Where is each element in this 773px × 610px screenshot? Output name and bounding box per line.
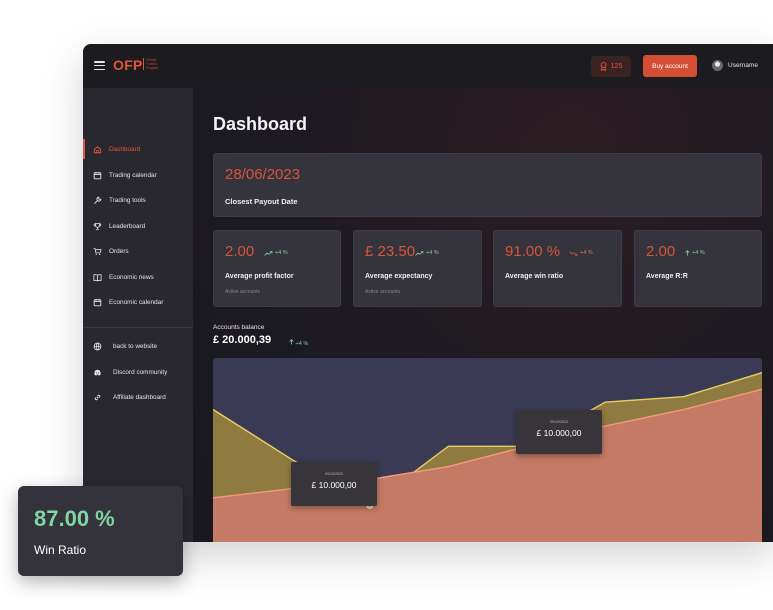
sidebar-item-label: Leaderboard xyxy=(109,222,146,230)
stat-name: Average profit factor xyxy=(225,273,294,280)
coins-badge[interactable]: 125 xyxy=(591,56,631,77)
tooltip-value: £ 10.000,00 xyxy=(536,428,582,438)
page-title: Dashboard xyxy=(213,114,308,134)
stat-change-text: +4 % xyxy=(275,250,288,256)
home-icon xyxy=(93,145,102,153)
payout-date: 28/06/2023 xyxy=(225,166,301,183)
sidebar-divider xyxy=(83,327,193,328)
globe-icon xyxy=(93,342,102,350)
stat-card-expectancy: £ 23.50 +4 % Average expectancy Active a… xyxy=(353,230,482,307)
user-menu[interactable]: Username xyxy=(712,60,758,71)
stat-value: 2.00 xyxy=(646,243,676,260)
app-window: OFP Overall Funded Program 125 Buy accou… xyxy=(83,44,773,542)
stat-change-text: +4 % xyxy=(692,250,705,256)
tooltip-date: 09/10/2023 xyxy=(550,420,568,424)
sidebar-link-discord[interactable]: Discord community xyxy=(83,362,193,382)
discord-icon xyxy=(94,369,101,375)
stat-sub: Active accounts xyxy=(365,289,401,295)
win-ratio-card: 87.00 % Win Ratio xyxy=(18,486,183,576)
sidebar-item-dashboard[interactable]: Dashboard xyxy=(83,139,193,159)
balance-label: Accounts balance xyxy=(213,324,265,331)
username: Username xyxy=(728,62,758,69)
top-bar: OFP Overall Funded Program 125 Buy accou… xyxy=(83,44,773,88)
stat-value: 91.00 % xyxy=(505,243,561,260)
calendar-icon xyxy=(93,171,102,179)
sidebar-item-leaderboard[interactable]: Leaderboard xyxy=(83,216,193,236)
stat-card-rr: 2.00 +4 % Average R:R xyxy=(634,230,762,307)
sidebar-item-orders[interactable]: Orders xyxy=(83,241,193,261)
book-icon xyxy=(93,273,102,281)
sidebar-link-label: back to website xyxy=(113,342,158,350)
sidebar-item-trading-tools[interactable]: Trading tools xyxy=(83,190,193,210)
wrench-icon xyxy=(94,196,102,204)
trophy-icon xyxy=(93,222,102,230)
arrow-up-icon xyxy=(685,250,690,256)
balance-value: £ 20.000,39 xyxy=(213,334,272,346)
stage: OFP Overall Funded Program 125 Buy accou… xyxy=(0,0,773,610)
sidebar-item-trading-calendar[interactable]: Trading calendar xyxy=(83,165,193,185)
tooltip-value: £ 10.000,00 xyxy=(311,480,357,490)
sidebar-link-label: Affiliate dashboard xyxy=(113,393,166,401)
link-icon xyxy=(94,394,101,400)
sidebar: Dashboard Trading calendar Trading tools… xyxy=(83,88,193,542)
stat-change: +4 % xyxy=(569,250,593,256)
logo[interactable]: OFP xyxy=(113,57,143,73)
stat-value: 2.00 xyxy=(225,243,255,260)
stat-name: Average win ratio xyxy=(505,273,564,280)
stat-change: +4 % xyxy=(264,250,288,256)
avatar xyxy=(712,60,723,71)
stat-card-profit-factor: 2.00 +4 % Average profit factor Active a… xyxy=(213,230,341,307)
tooltip-date: 09/10/2023 xyxy=(325,472,343,476)
stat-name: Average R:R xyxy=(646,273,688,280)
sidebar-link-website[interactable]: back to website xyxy=(83,336,193,356)
chart-tooltip: 09/10/2023 £ 10.000,00 xyxy=(291,462,377,506)
sidebar-link-affiliate[interactable]: Affiliate dashboard xyxy=(83,387,193,407)
sidebar-link-label: Discord community xyxy=(113,368,168,376)
stat-change: +4 % xyxy=(685,250,705,256)
balance-chart-svg xyxy=(213,372,762,542)
sidebar-item-economic-news[interactable]: Economic news xyxy=(83,267,193,287)
balance-chart: 09/10/2023 £ 10.000,00 09/10/2023 £ 10.0… xyxy=(213,358,762,542)
chart-tooltip: 09/10/2023 £ 10.000,00 xyxy=(516,410,602,454)
main-content: Dashboard 28/06/2023 Closest Payout Date… xyxy=(193,88,773,542)
sidebar-item-label: Orders xyxy=(109,247,129,255)
balance-change: +4 % xyxy=(289,339,308,347)
arrow-up-icon xyxy=(289,339,294,345)
stat-value: £ 23.50 xyxy=(365,243,416,260)
sidebar-item-label: Economic calendar xyxy=(109,298,164,306)
sidebar-item-label: Trading tools xyxy=(109,196,146,204)
stat-sub: Active accounts xyxy=(225,289,261,295)
payout-card: 28/06/2023 Closest Payout Date xyxy=(213,153,762,217)
payout-label: Closest Payout Date xyxy=(225,197,298,206)
sidebar-item-label: Economic news xyxy=(109,273,154,281)
sidebar-item-label: Dashboard xyxy=(109,145,141,153)
trend-up-icon xyxy=(415,250,424,256)
calendar-icon xyxy=(93,298,102,306)
menu-icon[interactable] xyxy=(94,61,105,71)
stat-card-win-ratio: 91.00 % +4 % Average win ratio xyxy=(493,230,622,307)
stat-change-text: +4 % xyxy=(426,250,439,256)
win-ratio-label: Win Ratio xyxy=(34,543,87,557)
trend-up-icon xyxy=(264,250,273,256)
award-icon xyxy=(600,62,607,71)
trend-down-icon xyxy=(569,250,578,256)
balance-change-text: +4 % xyxy=(295,341,309,347)
stat-name: Average expectancy xyxy=(365,273,433,280)
logo-subtitle: Overall Funded Program xyxy=(143,58,167,70)
buy-account-button[interactable]: Buy account xyxy=(643,55,697,77)
sidebar-item-label: Trading calendar xyxy=(109,171,157,179)
stat-change: +4 % xyxy=(415,250,439,256)
cart-icon xyxy=(93,247,102,255)
coins-count: 125 xyxy=(610,63,623,70)
win-ratio-value: 87.00 % xyxy=(34,506,115,531)
sidebar-item-economic-calendar[interactable]: Economic calendar xyxy=(83,292,193,312)
stat-change-text: +4 % xyxy=(580,250,593,256)
